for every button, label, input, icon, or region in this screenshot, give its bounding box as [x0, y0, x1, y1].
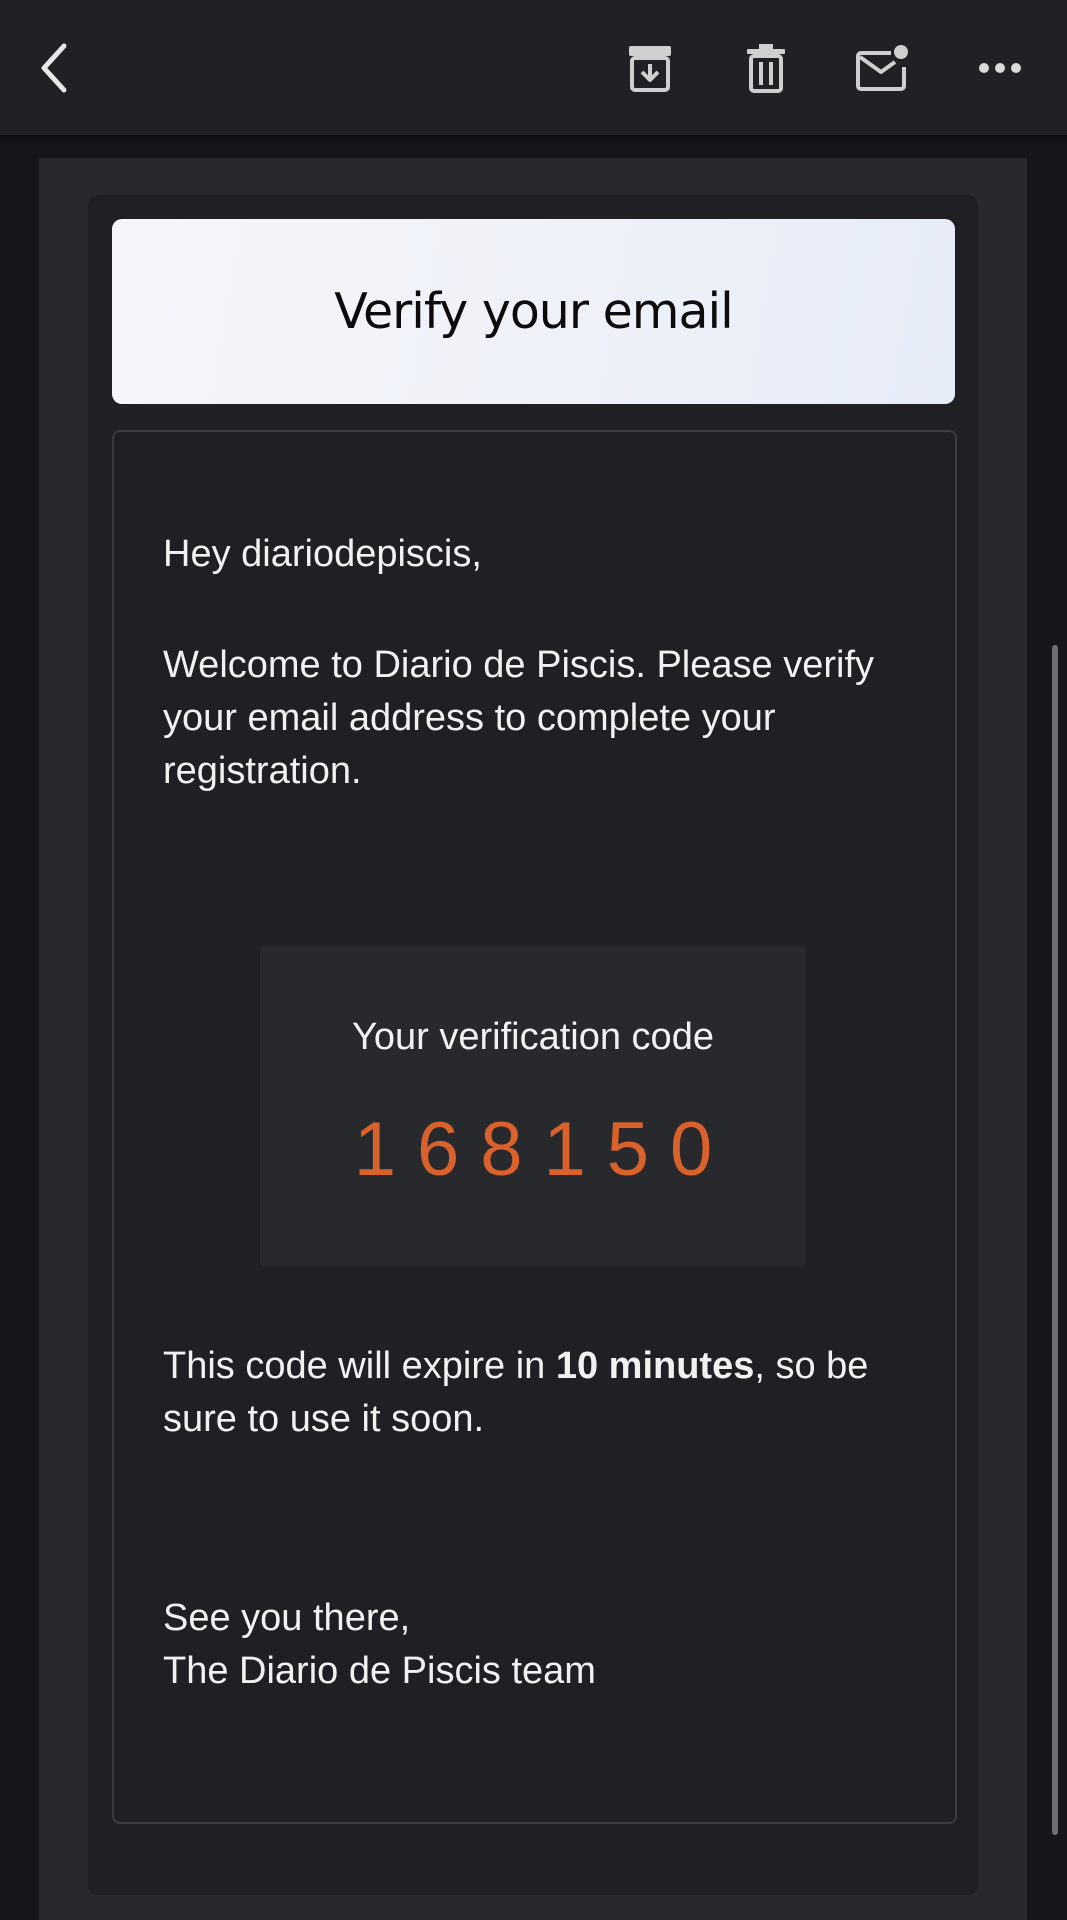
mail-unread-icon — [856, 45, 908, 91]
expiry-prefix: This code will expire in — [163, 1345, 556, 1387]
chevron-left-icon — [41, 43, 67, 93]
scrollbar-thumb[interactable] — [1052, 645, 1058, 1835]
welcome-paragraph: Welcome to Diario de Piscis. Please veri… — [163, 644, 874, 792]
back-button[interactable] — [22, 28, 86, 108]
expiry-paragraph: This code will expire in 10 minutes, so … — [163, 1340, 923, 1446]
top-app-bar — [0, 0, 1067, 135]
email-header-banner: Verify your email — [112, 219, 955, 404]
mark-unread-button[interactable] — [850, 36, 916, 100]
verification-code-value: 168150 — [353, 1107, 734, 1192]
expiry-duration: 10 minutes — [555, 1345, 755, 1387]
email-header-title: Verify your email — [334, 283, 733, 340]
more-options-button[interactable] — [968, 36, 1032, 100]
signoff-line-1: See you there, — [163, 1597, 411, 1639]
toolbar-shadow — [0, 135, 1067, 145]
archive-icon — [629, 46, 671, 92]
email-view-screen: Verify your email Hey diariodepiscis, We… — [0, 0, 1067, 1920]
delete-button[interactable] — [736, 36, 796, 100]
verification-code-label: Your verification code — [352, 1016, 714, 1058]
signoff-line-2: The Diario de Piscis team — [163, 1650, 596, 1692]
trash-icon — [747, 44, 785, 93]
archive-button[interactable] — [620, 36, 680, 100]
more-horizontal-icon — [979, 63, 1021, 73]
greeting-text: Hey diariodepiscis, — [163, 533, 482, 575]
verification-code-box: Your verification code 168150 — [260, 946, 806, 1266]
